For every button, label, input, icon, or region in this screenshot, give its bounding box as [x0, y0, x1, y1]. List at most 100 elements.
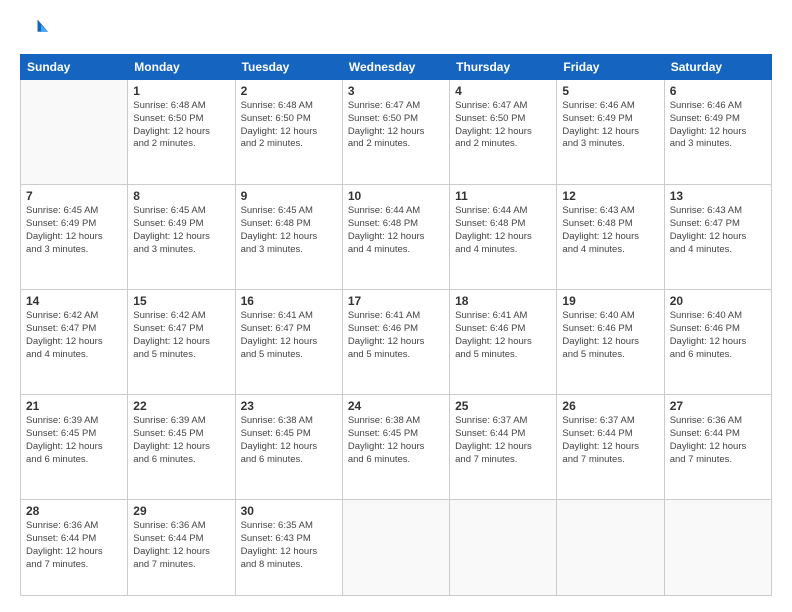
week-row-0: 1 Sunrise: 6:48 AM Sunset: 6:50 PM Daylig…	[21, 80, 772, 185]
calendar-cell: 26Sunrise: 6:37 AM Sunset: 6:44 PM Dayli…	[557, 395, 664, 500]
calendar-cell: 15 Sunrise: 6:42 AM Sunset: 6:47 PM Dayli…	[128, 290, 235, 395]
week-row-2: 14 Sunrise: 6:42 AM Sunset: 6:47 PM Dayli…	[21, 290, 772, 395]
calendar-cell	[450, 500, 557, 596]
day-info: Sunrise: 6:40 AM Sunset: 6:46 PM Dayligh…	[562, 310, 658, 361]
header-row: SundayMondayTuesdayWednesdayThursdayFrid…	[21, 55, 772, 80]
day-info: Sunrise: 6:44 AM Sunset: 6:48 PM Dayligh…	[348, 205, 444, 256]
page: SundayMondayTuesdayWednesdayThursdayFrid…	[0, 0, 792, 612]
calendar-cell: 25 Sunrise: 6:37 AM Sunset: 6:44 PM Dayli…	[450, 395, 557, 500]
day-info: Sunrise: 6:36 AM Sunset: 6:44 PM Dayligh…	[26, 520, 122, 571]
calendar-cell: 9 Sunrise: 6:45 AM Sunset: 6:48 PM Daylig…	[235, 185, 342, 290]
day-info: Sunrise: 6:45 AM Sunset: 6:49 PM Dayligh…	[26, 205, 122, 256]
calendar-cell: 17 Sunrise: 6:41 AM Sunset: 6:46 PM Dayli…	[342, 290, 449, 395]
header-cell-sunday: Sunday	[21, 55, 128, 80]
day-number: 22	[133, 399, 229, 413]
day-number: 1	[133, 84, 229, 98]
day-info: Sunrise: 6:38 AM Sunset: 6:45 PM Dayligh…	[348, 415, 444, 466]
day-number: 24	[348, 399, 444, 413]
calendar-cell: 18 Sunrise: 6:41 AM Sunset: 6:46 PM Dayli…	[450, 290, 557, 395]
calendar-body: 1 Sunrise: 6:48 AM Sunset: 6:50 PM Daylig…	[21, 80, 772, 596]
day-number: 10	[348, 189, 444, 203]
calendar-cell: 22 Sunrise: 6:39 AM Sunset: 6:45 PM Dayli…	[128, 395, 235, 500]
calendar-cell: 20 Sunrise: 6:40 AM Sunset: 6:46 PM Dayli…	[664, 290, 771, 395]
week-row-4: 28 Sunrise: 6:36 AM Sunset: 6:44 PM Dayli…	[21, 500, 772, 596]
calendar-cell	[342, 500, 449, 596]
day-number: 5	[562, 84, 658, 98]
calendar-cell: 23 Sunrise: 6:38 AM Sunset: 6:45 PM Dayli…	[235, 395, 342, 500]
day-number: 19	[562, 294, 658, 308]
calendar-cell: 6Sunrise: 6:46 AM Sunset: 6:49 PM Daylig…	[664, 80, 771, 185]
week-row-1: 7Sunrise: 6:45 AM Sunset: 6:49 PM Daylig…	[21, 185, 772, 290]
day-info: Sunrise: 6:48 AM Sunset: 6:50 PM Dayligh…	[241, 100, 337, 151]
header-cell-thursday: Thursday	[450, 55, 557, 80]
day-number: 8	[133, 189, 229, 203]
day-info: Sunrise: 6:36 AM Sunset: 6:44 PM Dayligh…	[133, 520, 229, 571]
day-info: Sunrise: 6:47 AM Sunset: 6:50 PM Dayligh…	[455, 100, 551, 151]
day-number: 6	[670, 84, 766, 98]
day-number: 21	[26, 399, 122, 413]
day-info: Sunrise: 6:44 AM Sunset: 6:48 PM Dayligh…	[455, 205, 551, 256]
calendar-cell	[664, 500, 771, 596]
day-info: Sunrise: 6:43 AM Sunset: 6:48 PM Dayligh…	[562, 205, 658, 256]
calendar-cell: 2Sunrise: 6:48 AM Sunset: 6:50 PM Daylig…	[235, 80, 342, 185]
calendar-header: SundayMondayTuesdayWednesdayThursdayFrid…	[21, 55, 772, 80]
header-cell-friday: Friday	[557, 55, 664, 80]
calendar-cell: 28 Sunrise: 6:36 AM Sunset: 6:44 PM Dayli…	[21, 500, 128, 596]
day-number: 18	[455, 294, 551, 308]
day-number: 27	[670, 399, 766, 413]
header-cell-wednesday: Wednesday	[342, 55, 449, 80]
day-info: Sunrise: 6:37 AM Sunset: 6:44 PM Dayligh…	[455, 415, 551, 466]
day-info: Sunrise: 6:43 AM Sunset: 6:47 PM Dayligh…	[670, 205, 766, 256]
logo-icon	[20, 16, 48, 44]
day-number: 28	[26, 504, 122, 518]
calendar-cell: 27 Sunrise: 6:36 AM Sunset: 6:44 PM Dayli…	[664, 395, 771, 500]
day-info: Sunrise: 6:42 AM Sunset: 6:47 PM Dayligh…	[26, 310, 122, 361]
calendar-cell: 16 Sunrise: 6:41 AM Sunset: 6:47 PM Dayli…	[235, 290, 342, 395]
calendar-cell: 13Sunrise: 6:43 AM Sunset: 6:47 PM Dayli…	[664, 185, 771, 290]
calendar-cell	[557, 500, 664, 596]
day-info: Sunrise: 6:45 AM Sunset: 6:49 PM Dayligh…	[133, 205, 229, 256]
day-number: 3	[348, 84, 444, 98]
calendar-cell: 21 Sunrise: 6:39 AM Sunset: 6:45 PM Dayli…	[21, 395, 128, 500]
header-cell-tuesday: Tuesday	[235, 55, 342, 80]
calendar-cell: 11Sunrise: 6:44 AM Sunset: 6:48 PM Dayli…	[450, 185, 557, 290]
day-info: Sunrise: 6:48 AM Sunset: 6:50 PM Dayligh…	[133, 100, 229, 151]
calendar-cell: 10 Sunrise: 6:44 AM Sunset: 6:48 PM Dayli…	[342, 185, 449, 290]
calendar-cell: 4 Sunrise: 6:47 AM Sunset: 6:50 PM Daylig…	[450, 80, 557, 185]
day-info: Sunrise: 6:41 AM Sunset: 6:47 PM Dayligh…	[241, 310, 337, 361]
header-cell-monday: Monday	[128, 55, 235, 80]
day-info: Sunrise: 6:41 AM Sunset: 6:46 PM Dayligh…	[348, 310, 444, 361]
day-info: Sunrise: 6:46 AM Sunset: 6:49 PM Dayligh…	[562, 100, 658, 151]
week-row-3: 21 Sunrise: 6:39 AM Sunset: 6:45 PM Dayli…	[21, 395, 772, 500]
calendar-cell: 5 Sunrise: 6:46 AM Sunset: 6:49 PM Daylig…	[557, 80, 664, 185]
calendar-cell: 12 Sunrise: 6:43 AM Sunset: 6:48 PM Dayli…	[557, 185, 664, 290]
day-number: 20	[670, 294, 766, 308]
day-info: Sunrise: 6:36 AM Sunset: 6:44 PM Dayligh…	[670, 415, 766, 466]
day-info: Sunrise: 6:45 AM Sunset: 6:48 PM Dayligh…	[241, 205, 337, 256]
day-number: 9	[241, 189, 337, 203]
day-number: 16	[241, 294, 337, 308]
calendar-table: SundayMondayTuesdayWednesdayThursdayFrid…	[20, 54, 772, 596]
day-info: Sunrise: 6:42 AM Sunset: 6:47 PM Dayligh…	[133, 310, 229, 361]
day-info: Sunrise: 6:39 AM Sunset: 6:45 PM Dayligh…	[133, 415, 229, 466]
day-number: 30	[241, 504, 337, 518]
calendar-cell: 29Sunrise: 6:36 AM Sunset: 6:44 PM Dayli…	[128, 500, 235, 596]
logo	[20, 16, 52, 44]
calendar-cell: 7Sunrise: 6:45 AM Sunset: 6:49 PM Daylig…	[21, 185, 128, 290]
day-info: Sunrise: 6:41 AM Sunset: 6:46 PM Dayligh…	[455, 310, 551, 361]
day-number: 4	[455, 84, 551, 98]
day-info: Sunrise: 6:38 AM Sunset: 6:45 PM Dayligh…	[241, 415, 337, 466]
day-number: 14	[26, 294, 122, 308]
day-number: 23	[241, 399, 337, 413]
day-number: 12	[562, 189, 658, 203]
calendar-cell: 30 Sunrise: 6:35 AM Sunset: 6:43 PM Dayli…	[235, 500, 342, 596]
day-info: Sunrise: 6:40 AM Sunset: 6:46 PM Dayligh…	[670, 310, 766, 361]
calendar-cell: 8 Sunrise: 6:45 AM Sunset: 6:49 PM Daylig…	[128, 185, 235, 290]
day-number: 26	[562, 399, 658, 413]
day-info: Sunrise: 6:35 AM Sunset: 6:43 PM Dayligh…	[241, 520, 337, 571]
day-info: Sunrise: 6:39 AM Sunset: 6:45 PM Dayligh…	[26, 415, 122, 466]
day-number: 25	[455, 399, 551, 413]
calendar-cell: 1 Sunrise: 6:48 AM Sunset: 6:50 PM Daylig…	[128, 80, 235, 185]
day-number: 15	[133, 294, 229, 308]
day-number: 17	[348, 294, 444, 308]
